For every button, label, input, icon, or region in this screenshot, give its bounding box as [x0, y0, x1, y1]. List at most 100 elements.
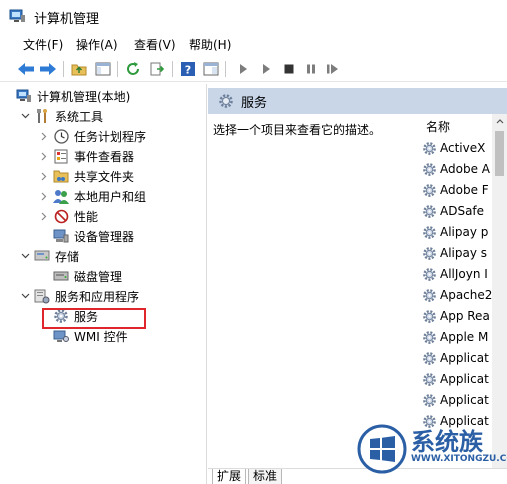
menu-view[interactable]: 查看(V) — [134, 36, 176, 53]
gear-icon — [423, 309, 436, 323]
tree-item-storage[interactable]: 存储 — [20, 246, 79, 266]
shared-folder-icon — [53, 168, 69, 184]
tree-item-disk-management[interactable]: 磁盘管理 — [53, 266, 122, 286]
show-hide-console-tree-icon[interactable] — [93, 59, 113, 79]
service-name: Adobe A — [440, 162, 490, 176]
list-item[interactable]: Apache2 — [422, 285, 492, 305]
service-name: Apache2 — [440, 288, 492, 302]
gear-icon — [423, 246, 436, 260]
console-tree: 计算机管理(本地) 系统工具 任务计划程序 事件查看器 共享文件夹 本地用户和组… — [0, 84, 207, 484]
start-service-alt-icon[interactable] — [256, 59, 276, 79]
toolbar: ? — [0, 56, 507, 82]
help-icon[interactable]: ? — [178, 59, 198, 79]
tab-extended[interactable]: 扩展 — [212, 469, 247, 484]
computer-management-icon — [16, 88, 32, 104]
list-item[interactable]: App Rea — [422, 306, 490, 326]
list-item[interactable]: Applicat — [422, 369, 489, 389]
chevron-right-icon[interactable] — [39, 151, 49, 161]
window-title: 计算机管理 — [34, 12, 100, 27]
chevron-right-icon[interactable] — [39, 211, 49, 221]
tree-item-event-viewer[interactable]: 事件查看器 — [39, 146, 134, 166]
watermark-text: 系统族 — [411, 428, 483, 456]
gear-icon — [219, 94, 233, 108]
event-log-icon — [53, 148, 69, 164]
service-name: Alipay s — [440, 246, 488, 260]
gear-icon — [423, 204, 436, 218]
service-name: Alipay p — [440, 225, 489, 239]
back-arrow-icon[interactable] — [16, 59, 36, 79]
gear-icon — [423, 372, 436, 386]
chevron-right-icon[interactable] — [39, 131, 49, 141]
list-item[interactable]: ActiveX — [422, 138, 485, 158]
properties-icon[interactable] — [201, 59, 221, 79]
vertical-scrollbar[interactable] — [492, 114, 507, 468]
list-item[interactable]: Applicat — [422, 390, 489, 410]
up-folder-icon[interactable] — [69, 59, 89, 79]
pane-title: 服务 — [241, 95, 268, 111]
pause-service-icon[interactable] — [301, 59, 321, 79]
scroll-up-icon[interactable] — [492, 114, 507, 129]
clock-icon — [53, 128, 69, 144]
chevron-down-icon[interactable] — [20, 111, 30, 121]
chevron-down-icon[interactable] — [20, 251, 30, 261]
service-name: ActiveX — [440, 141, 486, 155]
menu-help[interactable]: 帮助(H) — [189, 36, 231, 53]
title-bar: 计算机管理 — [0, 0, 507, 32]
list-item[interactable]: AllJoyn I — [422, 264, 488, 284]
svg-text:?: ? — [185, 64, 191, 77]
refresh-icon[interactable] — [123, 59, 143, 79]
list-item[interactable]: Applicat — [422, 348, 489, 368]
tree-root[interactable]: 计算机管理(本地) — [16, 86, 130, 106]
tools-icon — [34, 108, 50, 124]
column-header-name[interactable]: 名称 — [426, 118, 450, 135]
list-item[interactable]: Adobe A — [422, 159, 490, 179]
restart-service-icon[interactable] — [323, 59, 343, 79]
tree-item-device-manager[interactable]: 设备管理器 — [53, 226, 134, 246]
tab-standard[interactable]: 标准 — [248, 469, 283, 484]
chevron-right-icon[interactable] — [39, 191, 49, 201]
tree-item-system-tools[interactable]: 系统工具 — [20, 106, 103, 126]
disk-icon — [53, 268, 69, 284]
pane-header: 服务 — [208, 88, 507, 114]
device-manager-icon — [53, 228, 69, 244]
chevron-right-icon[interactable] — [39, 171, 49, 181]
forward-arrow-icon[interactable] — [38, 59, 58, 79]
menu-bar: 文件(F) 操作(A) 查看(V) 帮助(H) — [0, 33, 507, 55]
start-service-icon[interactable] — [233, 59, 253, 79]
tree-item-wmi[interactable]: WMI 控件 — [53, 326, 128, 346]
no-entry-icon — [53, 208, 69, 224]
chevron-down-icon[interactable] — [20, 291, 30, 301]
list-item[interactable]: Alipay p — [422, 222, 488, 242]
gear-icon — [423, 330, 436, 344]
services-apps-icon — [34, 288, 50, 304]
service-name: Applicat — [440, 372, 489, 386]
gear-icon — [423, 162, 436, 176]
stop-service-icon[interactable] — [279, 59, 299, 79]
menu-file[interactable]: 文件(F) — [23, 36, 63, 53]
scroll-thumb[interactable] — [495, 131, 504, 176]
tree-item-performance[interactable]: 性能 — [39, 206, 98, 226]
export-list-icon[interactable] — [147, 59, 167, 79]
list-item[interactable]: Adobe F — [422, 180, 489, 200]
storage-icon — [34, 248, 50, 264]
service-name: ADSafe — [440, 204, 485, 218]
tree-item-task-scheduler[interactable]: 任务计划程序 — [39, 126, 146, 146]
service-name: Applicat — [440, 393, 489, 407]
menu-action[interactable]: 操作(A) — [76, 36, 118, 53]
service-name: App Rea — [440, 309, 490, 323]
gear-icon — [423, 393, 436, 407]
tree-item-services-apps[interactable]: 服务和应用程序 — [20, 286, 139, 306]
description-text: 选择一个项目来查看它的描述。 — [213, 123, 382, 137]
windows-logo-icon — [357, 424, 407, 474]
service-name: AllJoyn I — [440, 267, 488, 281]
gear-icon — [423, 183, 436, 197]
service-name: Adobe F — [440, 183, 489, 197]
wmi-control-icon — [53, 328, 69, 344]
list-item[interactable]: Alipay s — [422, 243, 487, 263]
list-item[interactable]: Apple M — [422, 327, 488, 347]
tree-item-shared-folders[interactable]: 共享文件夹 — [39, 166, 134, 186]
watermark-url: WWW.XITONGZU.COM — [411, 454, 507, 464]
tree-item-local-users[interactable]: 本地用户和组 — [39, 186, 146, 206]
list-item[interactable]: ADSafe — [422, 201, 484, 221]
computer-management-icon — [9, 9, 25, 22]
